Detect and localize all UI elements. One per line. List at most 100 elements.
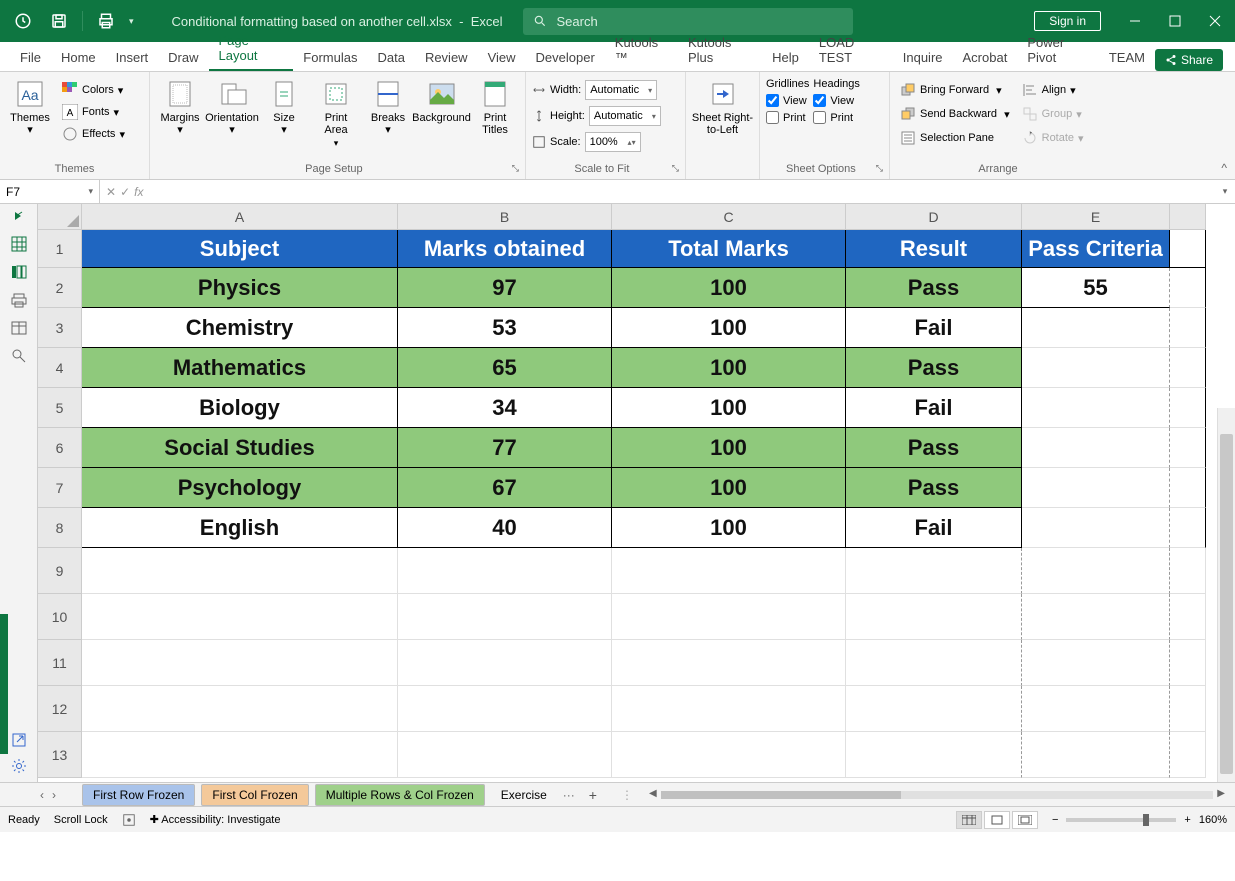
cell[interactable] xyxy=(1170,732,1206,778)
tab-formulas[interactable]: Formulas xyxy=(293,44,367,71)
colors-button[interactable]: Colors ▾ xyxy=(58,80,129,100)
send-backward-button[interactable]: Send Backward ▾ xyxy=(896,104,1014,124)
col-head-e[interactable]: E xyxy=(1022,204,1170,230)
cell[interactable] xyxy=(1022,640,1170,686)
cell[interactable]: Result xyxy=(846,230,1022,268)
tab-kutools-plus[interactable]: Kutools Plus xyxy=(678,29,762,71)
cell[interactable]: 77 xyxy=(398,428,612,468)
cell[interactable]: 67 xyxy=(398,468,612,508)
cell[interactable]: 34 xyxy=(398,388,612,428)
panel-settings-icon[interactable] xyxy=(11,758,27,774)
panel-columns-icon[interactable] xyxy=(11,264,27,280)
cell[interactable] xyxy=(398,594,612,640)
name-box[interactable]: F7▾ xyxy=(0,180,100,203)
accessibility-status[interactable]: ✚ Accessibility: Investigate xyxy=(150,813,281,826)
cell[interactable] xyxy=(1170,428,1206,468)
sheet-options-launcher[interactable]: ⤡ xyxy=(876,163,883,174)
row-head[interactable]: 8 xyxy=(38,508,82,548)
sheet-rtl-button[interactable]: Sheet Right- to-Left xyxy=(692,76,753,138)
add-sheet-button[interactable]: + xyxy=(581,787,605,803)
formula-input[interactable] xyxy=(149,180,1215,203)
cell[interactable] xyxy=(398,732,612,778)
scale-launcher[interactable]: ⤡ xyxy=(672,163,679,174)
col-head-a[interactable]: A xyxy=(82,204,398,230)
cell[interactable]: Marks obtained xyxy=(398,230,612,268)
cell[interactable]: 100 xyxy=(612,308,846,348)
margins-button[interactable]: Margins▾ xyxy=(156,76,204,138)
view-normal-button[interactable] xyxy=(956,811,982,829)
zoom-slider[interactable] xyxy=(1066,818,1176,822)
cell[interactable]: Pass xyxy=(846,468,1022,508)
collapse-ribbon-icon[interactable]: ^ xyxy=(1221,161,1227,175)
panel-grid-icon[interactable] xyxy=(11,236,27,252)
cell[interactable] xyxy=(1022,308,1170,348)
cell[interactable]: Pass xyxy=(846,348,1022,388)
fonts-button[interactable]: AFonts ▾ xyxy=(58,102,129,122)
signin-button[interactable]: Sign in xyxy=(1034,11,1101,31)
cell[interactable] xyxy=(1022,732,1170,778)
cell[interactable] xyxy=(1022,548,1170,594)
row-head[interactable]: 6 xyxy=(38,428,82,468)
cell[interactable] xyxy=(82,640,398,686)
sheet-nav-prev[interactable]: ‹ xyxy=(40,788,44,802)
cell[interactable] xyxy=(398,548,612,594)
row-head[interactable]: 13 xyxy=(38,732,82,778)
autosave-icon[interactable] xyxy=(10,7,36,35)
cell[interactable] xyxy=(612,686,846,732)
tab-load-test[interactable]: LOAD TEST xyxy=(809,29,893,71)
cell[interactable] xyxy=(1170,548,1206,594)
quickprint-icon[interactable] xyxy=(93,7,119,35)
panel-external-icon[interactable] xyxy=(11,732,27,748)
cell[interactable] xyxy=(82,732,398,778)
cell[interactable]: 55 xyxy=(1022,268,1170,308)
side-tab-handle[interactable] xyxy=(0,614,8,754)
cell[interactable] xyxy=(1170,686,1206,732)
row-head[interactable]: 12 xyxy=(38,686,82,732)
close-button[interactable] xyxy=(1195,0,1235,42)
tab-insert[interactable]: Insert xyxy=(106,44,159,71)
cell[interactable] xyxy=(612,732,846,778)
tab-draw[interactable]: Draw xyxy=(158,44,208,71)
cell[interactable]: Fail xyxy=(846,308,1022,348)
cell[interactable] xyxy=(1170,508,1206,548)
col-head-c[interactable]: C xyxy=(612,204,846,230)
row-head[interactable]: 4 xyxy=(38,348,82,388)
cell[interactable]: Biology xyxy=(82,388,398,428)
cell[interactable] xyxy=(1170,268,1206,308)
headings-print-check[interactable]: Print xyxy=(813,111,859,124)
background-button[interactable]: Background xyxy=(416,76,467,126)
cell[interactable]: 97 xyxy=(398,268,612,308)
cell[interactable]: Physics xyxy=(82,268,398,308)
cell[interactable] xyxy=(82,686,398,732)
cell[interactable]: 100 xyxy=(612,428,846,468)
spreadsheet-grid[interactable]: A B C D E 1 Subject Marks obtained Total… xyxy=(38,204,1235,782)
expand-formula-bar-icon[interactable]: ▾ xyxy=(1215,180,1235,203)
cell[interactable] xyxy=(846,640,1022,686)
print-titles-button[interactable]: Print Titles xyxy=(471,76,519,138)
tab-acrobat[interactable]: Acrobat xyxy=(953,44,1018,71)
tab-help[interactable]: Help xyxy=(762,44,809,71)
row-head[interactable]: 3 xyxy=(38,308,82,348)
tab-developer[interactable]: Developer xyxy=(526,44,605,71)
cell[interactable] xyxy=(1022,594,1170,640)
view-page-layout-button[interactable] xyxy=(984,811,1010,829)
cell[interactable]: 53 xyxy=(398,308,612,348)
fx-icon[interactable]: fx xyxy=(134,185,143,199)
cell[interactable]: 100 xyxy=(612,348,846,388)
tab-team[interactable]: TEAM xyxy=(1099,44,1155,71)
row-head[interactable]: 7 xyxy=(38,468,82,508)
row-head[interactable]: 1 xyxy=(38,230,82,268)
sheet-tab-multiple[interactable]: Multiple Rows & Col Frozen xyxy=(315,784,485,806)
tab-page-layout[interactable]: Page Layout xyxy=(209,27,294,71)
scale-input[interactable]: 100%▴▾ xyxy=(585,132,641,152)
sheet-tab-exercise[interactable]: Exercise xyxy=(491,785,557,805)
cell[interactable]: 100 xyxy=(612,468,846,508)
zoom-out-button[interactable]: − xyxy=(1052,814,1058,826)
align-button[interactable]: Align ▾ xyxy=(1018,80,1088,100)
sheet-nav-next[interactable]: › xyxy=(52,788,56,802)
tab-home[interactable]: Home xyxy=(51,44,106,71)
select-all-corner[interactable] xyxy=(38,204,82,230)
cell[interactable] xyxy=(1170,388,1206,428)
cell[interactable]: Mathematics xyxy=(82,348,398,388)
cell[interactable]: 100 xyxy=(612,268,846,308)
